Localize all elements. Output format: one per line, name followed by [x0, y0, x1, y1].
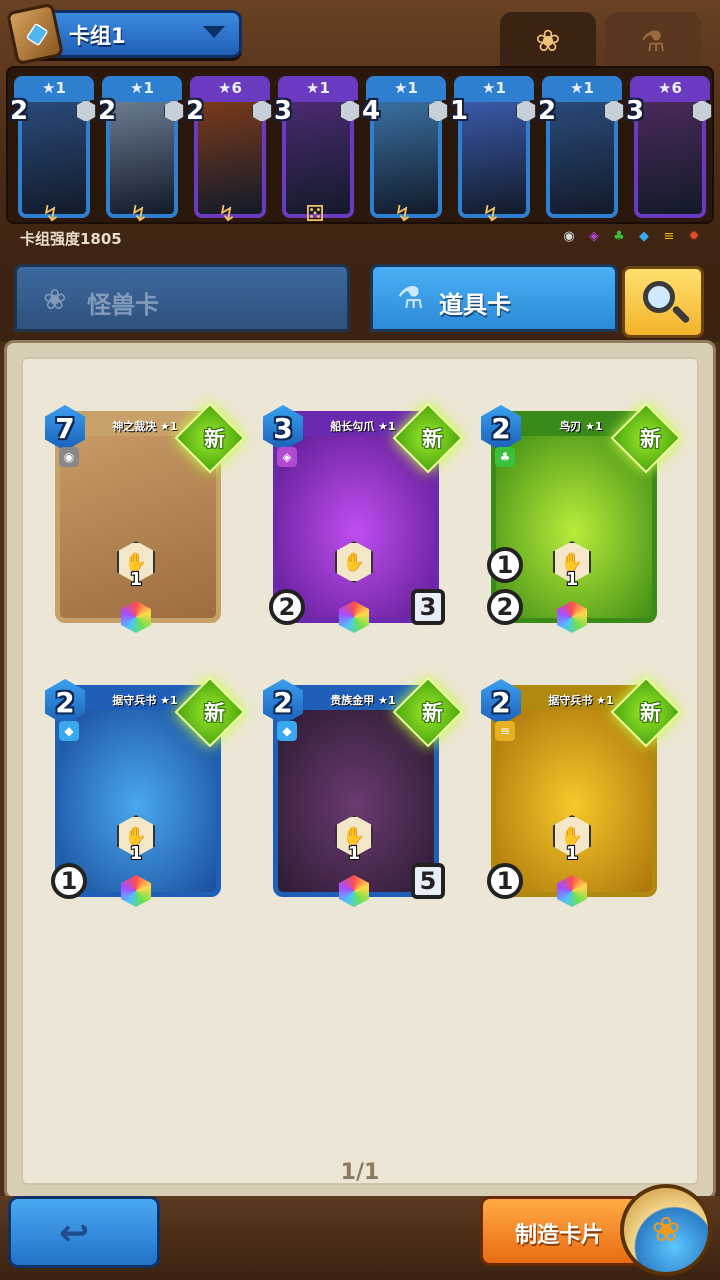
deck-card-cost: 3: [274, 96, 293, 126]
tab-item-label: 道具卡: [439, 291, 511, 319]
card-element-icon: ≡: [495, 721, 515, 741]
craft-orb-icon[interactable]: ❀: [620, 1184, 712, 1276]
ability-value: 1: [565, 569, 579, 590]
nature-element-icon: ♣: [613, 228, 625, 244]
deck-card-sub-icon: [652, 202, 682, 228]
ability-value: 1: [129, 569, 143, 590]
tab-monster-label: 怪兽卡: [87, 291, 159, 319]
card-element-icon: ◉: [59, 447, 79, 467]
card-art: [60, 710, 216, 892]
armor-stat: 3: [411, 589, 445, 625]
earth-element-icon: ≡: [663, 228, 675, 244]
search-button[interactable]: [622, 266, 704, 338]
card-element-icon: ◆: [277, 721, 297, 741]
item-card[interactable]: 鸟刃 ★1 2 ♣ 新 ✋ 121: [481, 402, 682, 641]
armor-stat: 5: [411, 863, 445, 899]
deck-selector[interactable]: 卡组1: [5, 2, 242, 66]
card-panel: 神之裁决 ★1 7 ◉ 新 ✋ 1 船长勾爪 ★1 3 ◈ 新 ✋ 23 鸟刃 …: [4, 340, 716, 1200]
search-icon-handle: [671, 304, 691, 325]
new-badge-label: 新: [640, 701, 661, 725]
deck-name: 卡组1: [69, 24, 126, 48]
flask-icon: ⚗: [640, 24, 666, 58]
deck-card[interactable]: ★1 1 ↯: [450, 76, 536, 227]
deck-card[interactable]: ★6 3: [626, 76, 712, 222]
deck-card[interactable]: ★6 2 ↯: [186, 76, 272, 227]
deck-card-sub-icon: ⚄: [305, 202, 325, 227]
ability-value: 1: [129, 843, 143, 864]
ability-value: 1: [565, 843, 579, 864]
tab-monster-cards[interactable]: ❀ 怪兽卡: [14, 264, 350, 332]
deck-card-sub-icon: ↯: [481, 202, 501, 227]
new-badge-label: 新: [422, 427, 443, 451]
deck-book-icon: [5, 2, 65, 66]
card-art: [496, 710, 652, 892]
deck-card-sub-icon: ↯: [393, 202, 413, 227]
top-header: 卡组1 ❀ ⚗ ★1 2 ↯ ★1 2 ↯ ★6 2 ↯ ★1 3 ⚄ ★1 4…: [0, 0, 720, 262]
deck-card-cost: 3: [626, 96, 645, 126]
paw-icon: ❀: [535, 23, 561, 59]
deck-card-cost: 1: [450, 96, 469, 126]
back-button[interactable]: ↩: [8, 1196, 160, 1268]
deck-card-cost: 2: [186, 96, 205, 126]
card-art: [60, 436, 216, 618]
tab-item-cards[interactable]: ⚗ 道具卡: [370, 264, 618, 332]
card-element-icon: ♣: [495, 447, 515, 467]
water-element-icon: ◆: [639, 228, 649, 244]
arcane-element-icon: ◈: [589, 228, 599, 244]
attack-stat: 2: [269, 589, 305, 625]
item-card[interactable]: 据守兵书 ★1 2 ≡ 新 ✋ 11: [481, 676, 682, 915]
new-badge-label: 新: [204, 701, 225, 725]
element-icons: ◉ ◈ ♣ ◆ ≡ ✹: [559, 226, 704, 246]
range-stat: 1: [487, 547, 523, 583]
item-card[interactable]: 贵族金甲 ★1 2 ◆ 新 ✋ 15: [263, 676, 464, 915]
item-card[interactable]: 据守兵书 ★1 2 ◆ 新 ✋ 11: [45, 676, 246, 915]
deck-card[interactable]: ★1 2: [538, 76, 624, 222]
page-indicator: 1/1: [340, 1160, 380, 1185]
back-arrow-icon: ↩: [59, 1213, 90, 1254]
paw-icon: ❀: [43, 283, 67, 316]
chevron-down-icon: [203, 26, 225, 38]
deck-card-cost: 4: [362, 96, 381, 126]
deck-card-sub-icon: [564, 202, 594, 228]
search-icon: [643, 281, 675, 313]
fire-element-icon: ✹: [688, 228, 700, 244]
new-badge-label: 新: [422, 701, 443, 725]
deck-card[interactable]: ★1 2 ↯: [10, 76, 96, 227]
attack-stat: 1: [51, 863, 87, 899]
card-grid: 神之裁决 ★1 7 ◉ 新 ✋ 1 船长勾爪 ★1 3 ◈ 新 ✋ 23 鸟刃 …: [21, 357, 699, 1185]
deck-card-cost: 2: [10, 96, 29, 126]
card-element-icon: ◈: [277, 447, 297, 467]
top-tab-monster[interactable]: ❀: [500, 12, 596, 70]
deck-card-sub-icon: ↯: [129, 202, 149, 227]
craft-card-label: 制造卡片: [515, 1223, 604, 1248]
deck-card[interactable]: ★1 3 ⚄: [274, 76, 360, 227]
deck-card[interactable]: ★1 4 ↯: [362, 76, 448, 227]
flask-icon: ⚗: [397, 281, 424, 316]
neutral-element-icon: ◉: [563, 228, 575, 244]
item-card[interactable]: 神之裁决 ★1 7 ◉ 新 ✋ 1: [45, 402, 246, 641]
card-element-icon: ◆: [59, 721, 79, 741]
deck-card-cost: 2: [98, 96, 117, 126]
card-art: [496, 436, 652, 618]
card-type-tabs: ❀ 怪兽卡 ⚗ 道具卡: [0, 262, 720, 342]
item-card[interactable]: 船长勾爪 ★1 3 ◈ 新 ✋ 23: [263, 402, 464, 641]
attack-stat: 2: [487, 589, 523, 625]
new-badge-label: 新: [640, 427, 661, 451]
new-badge-label: 新: [204, 427, 225, 451]
deck-card-cost: 2: [538, 96, 557, 126]
deck-card-sub-icon: ↯: [217, 202, 237, 227]
attack-stat: 1: [487, 863, 523, 899]
deck-card[interactable]: ★1 2 ↯: [98, 76, 184, 227]
ability-value: 1: [347, 843, 361, 864]
deck-card-sub-icon: ↯: [41, 202, 61, 227]
deck-power: 卡组强度1805: [20, 230, 122, 248]
top-tab-item[interactable]: ⚗: [605, 12, 701, 70]
deck-card-strip: ★1 2 ↯ ★1 2 ↯ ★6 2 ↯ ★1 3 ⚄ ★1 4 ↯ ★1 1 …: [6, 66, 714, 227]
